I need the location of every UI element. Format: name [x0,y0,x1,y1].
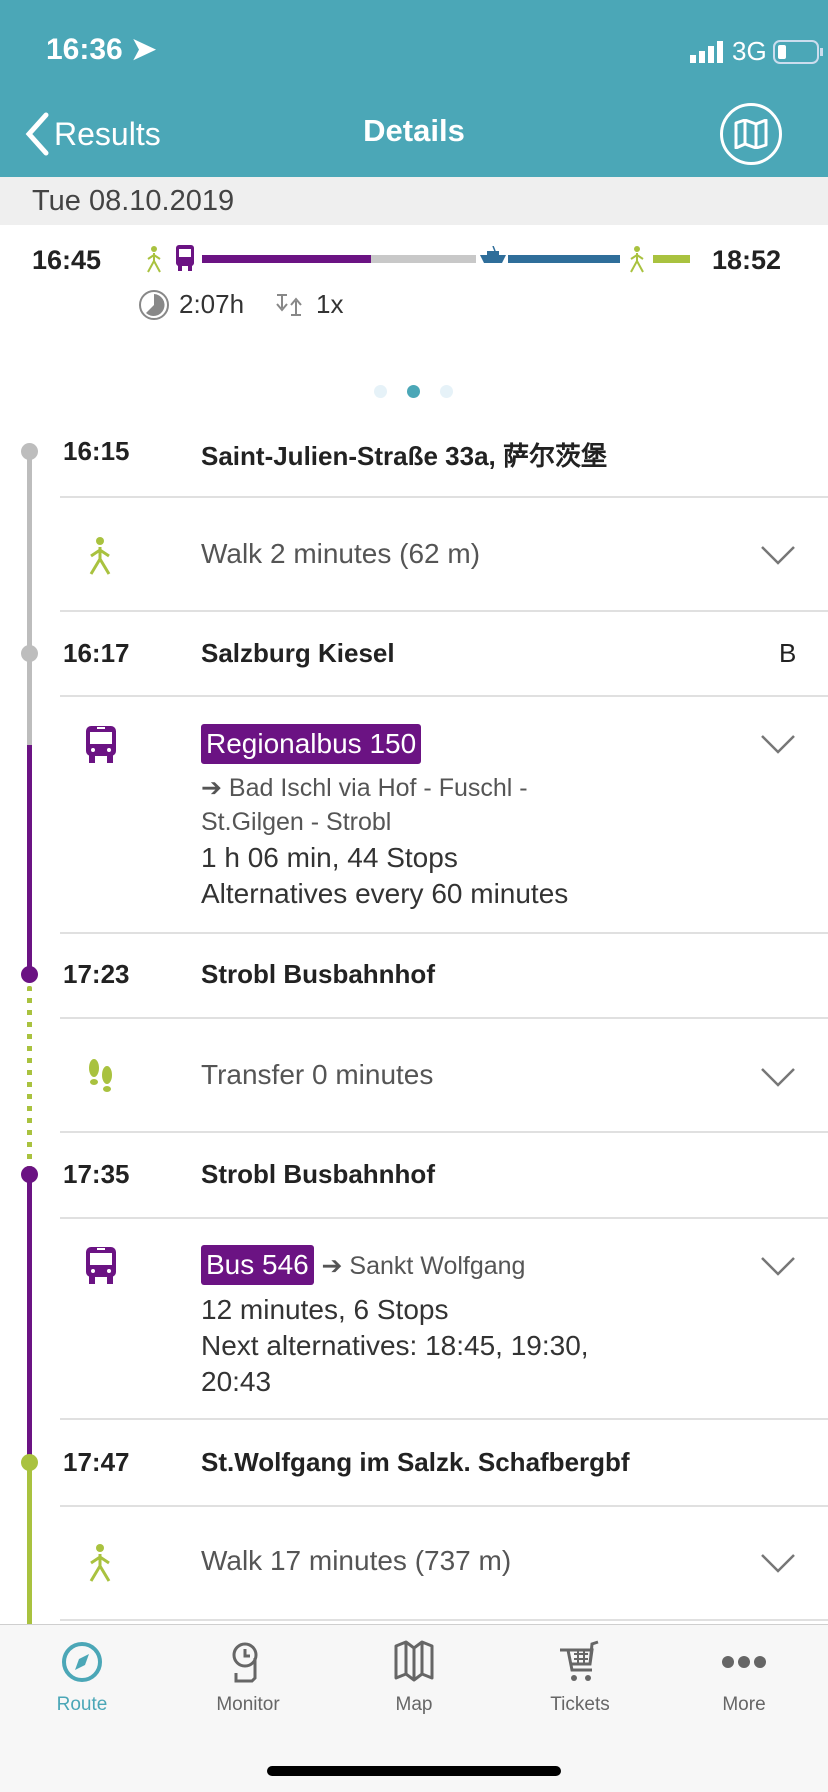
tab-label: Route [56,1694,108,1715]
alternatives-cont: 20:43 [201,1366,272,1397]
tab-monitor[interactable]: Monitor [188,1640,308,1716]
home-indicator[interactable] [267,1766,561,1776]
stop-time: 17:47 [63,1447,130,1477]
transfer-text: Transfer 0 minutes [201,1059,434,1090]
timeline-bus [27,745,32,974]
wait-segment [371,255,476,263]
tab-map[interactable]: Map [354,1640,474,1716]
tab-label: More [722,1694,766,1715]
divider [60,1017,828,1019]
chevron-down-icon[interactable] [760,733,796,755]
walk-segment [653,255,690,263]
stop-node [21,645,38,662]
stop-node [21,966,38,983]
stop-time: 17:23 [63,959,130,989]
alternatives: Next alternatives: 18:45, 19:30, [201,1330,589,1361]
timeline-walk [27,451,32,745]
timeline-walk [27,1462,32,1624]
transfer-count: 1x [316,289,344,319]
page-dot[interactable] [374,385,387,398]
clock-icon [139,290,169,320]
bus-segment [202,255,371,263]
map-button[interactable] [720,103,782,165]
clock: 16:36 [46,33,123,66]
stop-time: 16:17 [63,638,130,668]
divider [60,1131,828,1133]
status-right: 3G [690,36,823,67]
walk-text: Walk 2 minutes (62 m) [201,538,481,569]
divider [60,932,828,934]
chevron-down-icon[interactable] [760,544,796,566]
tab-route[interactable]: Route [22,1640,142,1716]
timeline-bus [27,1174,32,1462]
map-icon [734,119,768,149]
platform: B [779,638,797,668]
monitor-clock-icon [232,1642,258,1683]
stop-name: Strobl Busbahnhof [201,1159,435,1189]
signal-icon [690,40,723,63]
walk-icon [630,246,644,273]
cart-icon [560,1640,599,1681]
stop-node [21,1454,38,1471]
walk-icon [89,537,111,575]
chevron-down-icon[interactable] [760,1066,796,1088]
leg-info: 12 minutes, 6 Stops [201,1294,449,1325]
stop-node [21,443,38,460]
network-type: 3G [732,36,767,66]
alternatives: Alternatives every 60 minutes [201,878,569,909]
page-title: Details [363,113,465,148]
bus-icon [86,1247,116,1284]
divider [60,610,828,612]
line-badge: Regionalbus 150 [201,724,422,764]
stop-time: 16:15 [63,436,130,466]
status-time: 16:36 ➤ [46,32,156,67]
map-icon [394,1640,434,1682]
direction: ➔ Bad Ischl via Hof - Fuschl - [201,774,528,802]
tab-tickets[interactable]: Tickets [520,1640,640,1716]
timeline-transfer [27,986,32,1174]
date-bar: Tue 08.10.2019 [0,177,828,225]
battery-icon [772,39,823,64]
tab-more[interactable]: More [684,1640,804,1716]
tab-label: Map [395,1694,433,1715]
walk-icon [89,1544,111,1582]
divider [60,1217,828,1219]
walk-icon [147,246,161,273]
line-badge: Bus 546 [201,1245,314,1285]
divider [60,1418,828,1420]
divider [60,1619,828,1621]
header: 16:36 ➤ 3G Results Details [0,0,828,177]
walk-text: Walk 17 minutes (737 m) [201,1545,512,1576]
stop-name: Saint-Julien-Straße 33a, 萨尔茨堡 [201,441,607,471]
arrive-time: 18:52 [712,245,782,275]
direction: ➔ Sankt Wolfgang [321,1252,526,1280]
tab-label: Tickets [550,1694,610,1715]
chevron-down-icon[interactable] [760,1552,796,1574]
boat-segment [508,255,620,263]
duration: 2:07h [179,289,245,319]
divider [60,496,828,498]
boat-icon [480,246,506,263]
compass-icon [62,1642,102,1682]
more-dots-icon [722,1656,766,1668]
bus-icon [176,245,194,271]
page-dot-active[interactable] [407,385,420,398]
footsteps-icon [89,1059,112,1092]
stop-name: Strobl Busbahnhof [201,959,435,989]
depart-time: 16:45 [32,245,102,275]
stop-node [21,1166,38,1183]
transfer-icon [276,294,302,316]
chevron-down-icon[interactable] [760,1255,796,1277]
stop-time: 17:35 [63,1159,130,1189]
leg-info: 1 h 06 min, 44 Stops [201,842,458,873]
stop-name: St.Wolfgang im Salzk. Schafbergbf [201,1447,630,1477]
tab-label: Monitor [216,1694,280,1715]
bus-icon [86,726,116,763]
divider [60,695,828,697]
page-dot[interactable] [440,385,453,398]
direction-cont: St.Gilgen - Strobl [201,808,392,836]
location-icon: ➤ [131,33,157,66]
divider [60,1505,828,1507]
stop-name: Salzburg Kiesel [201,638,395,668]
